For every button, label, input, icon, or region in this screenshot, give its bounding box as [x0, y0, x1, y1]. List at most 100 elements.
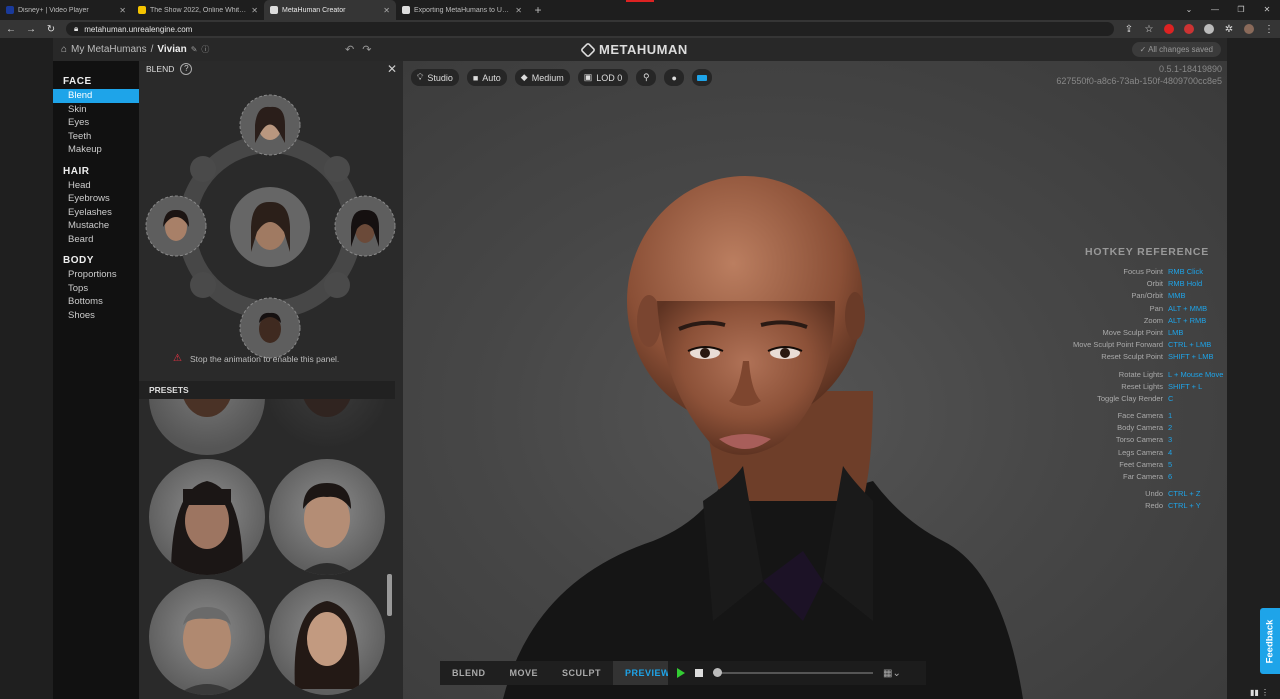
- nav-item-head[interactable]: Head: [53, 179, 139, 193]
- nav-item-eyelashes[interactable]: Eyelashes: [53, 206, 139, 220]
- minimize-icon[interactable]: —: [1202, 0, 1228, 20]
- clay-render-button[interactable]: ⚲: [636, 69, 657, 86]
- head-view-button[interactable]: ●: [664, 69, 685, 86]
- lock-icon: 🔒︎: [74, 24, 79, 33]
- tab-search-icon[interactable]: ⌄: [1176, 0, 1202, 20]
- undo-icon[interactable]: ↶: [345, 43, 354, 56]
- url-field[interactable]: 🔒︎ metahuman.unrealengine.com: [66, 22, 1114, 36]
- metahuman-app: ⌂ My MetaHumans / Vivian ✎ ⓘ ↶ ↷ METAHUM…: [53, 38, 1227, 699]
- preset-face[interactable]: [269, 399, 385, 455]
- hotkey-reference: HOTKEY REFERENCE Focus Point RMB Click Orb…: [1059, 246, 1227, 513]
- warning-icon: ⚠: [173, 353, 182, 364]
- puzzle-icon[interactable]: ✲: [1224, 24, 1234, 35]
- hotkey-keys: 2: [1168, 423, 1173, 433]
- feedback-button[interactable]: Feedback: [1260, 608, 1280, 674]
- metahuman-logo: METAHUMAN: [580, 41, 688, 58]
- play-icon[interactable]: [677, 668, 685, 678]
- nav-item-beard[interactable]: Beard: [53, 233, 139, 247]
- extension-icon[interactable]: [1164, 24, 1174, 34]
- quality-button[interactable]: ◆ Medium: [514, 69, 570, 86]
- browser-tab[interactable]: MetaHuman Creator ✕: [264, 0, 396, 20]
- close-window-icon[interactable]: ✕: [1254, 0, 1280, 20]
- close-icon[interactable]: ✕: [251, 6, 258, 15]
- hotkey-keys: 6: [1168, 472, 1173, 481]
- hotkey-keys: CTRL + LMB: [1168, 340, 1212, 350]
- extension-icon[interactable]: [1204, 24, 1214, 34]
- camera-button[interactable]: ■ Auto: [466, 69, 507, 86]
- lighting-button[interactable]: 💡︎ Studio: [411, 69, 459, 86]
- home-icon[interactable]: ⌂: [61, 44, 67, 55]
- close-icon[interactable]: ✕: [515, 6, 522, 15]
- restore-icon[interactable]: ❐: [1228, 0, 1254, 20]
- hotkey-action: Redo: [1145, 501, 1163, 511]
- preset-face[interactable]: [149, 579, 265, 695]
- hotkey-keys: SHIFT + L: [1168, 381, 1203, 391]
- redo-icon[interactable]: ↷: [362, 43, 371, 56]
- nav-item-mustache[interactable]: Mustache: [53, 219, 139, 233]
- lod-icon: ▣: [583, 72, 593, 82]
- feedback-label: Feedback: [1264, 619, 1276, 663]
- nav-item-teeth[interactable]: Teeth: [53, 130, 139, 144]
- back-icon[interactable]: ←: [6, 24, 16, 35]
- nav-item-skin[interactable]: Skin: [53, 103, 139, 117]
- browser-tab[interactable]: Disney+ | Video Player ✕: [0, 0, 132, 20]
- hotkey-row: Toggle Clay Render C: [1059, 393, 1227, 405]
- film-icon[interactable]: ▦⌄: [883, 668, 901, 679]
- hotkey-keys: CTRL + Y: [1168, 501, 1201, 511]
- playback-bar: ▦⌄: [668, 661, 926, 685]
- preset-face[interactable]: [149, 399, 265, 455]
- nav-item-eyebrows[interactable]: Eyebrows: [53, 192, 139, 206]
- new-tab-button[interactable]: +: [528, 0, 548, 20]
- profile-avatar[interactable]: [1244, 24, 1254, 34]
- reload-icon[interactable]: ↻: [46, 24, 56, 35]
- nav-item-eyes[interactable]: Eyes: [53, 116, 139, 130]
- forward-icon[interactable]: →: [26, 24, 36, 35]
- edit-icon[interactable]: ✎: [191, 45, 198, 54]
- nav-item-tops[interactable]: Tops: [53, 282, 139, 296]
- preset-face[interactable]: [269, 459, 385, 575]
- close-icon[interactable]: ✕: [383, 6, 390, 15]
- scrubber-handle[interactable]: [713, 668, 722, 677]
- tab-title: Disney+ | Video Player: [18, 6, 89, 14]
- stop-icon[interactable]: [695, 669, 703, 677]
- preset-face[interactable]: [149, 459, 265, 575]
- hotkey-action: Move Sculpt Point Forward: [1072, 340, 1163, 350]
- close-icon[interactable]: ✕: [387, 62, 397, 76]
- overlay-toggle-button[interactable]: [692, 69, 713, 86]
- bookmark-star-icon[interactable]: ☆: [1144, 24, 1154, 35]
- nav-item-proportions[interactable]: Proportions: [53, 268, 139, 282]
- lod-button[interactable]: ▣ LOD 0: [577, 69, 629, 86]
- favicon-icon: [402, 6, 410, 14]
- presets-scrollbar[interactable]: [387, 574, 392, 616]
- mode-tab-sculpt[interactable]: SCULPT: [550, 661, 613, 685]
- share-icon[interactable]: ⇪: [1124, 24, 1134, 35]
- head-icon: ●: [671, 72, 677, 83]
- menu-icon[interactable]: ⋮: [1264, 24, 1274, 35]
- hotkey-action: Far Camera: [1122, 472, 1163, 481]
- breadcrumb-root[interactable]: My MetaHumans: [71, 44, 147, 55]
- nav-item-makeup[interactable]: Makeup: [53, 143, 139, 157]
- 3d-viewport[interactable]: 💡︎ Studio ■ Auto ◆ Medium ▣ LOD 0 ⚲ ● 0.5.1-18419…: [403, 61, 1227, 699]
- extension-icon[interactable]: [1184, 24, 1194, 34]
- mode-tab-blend[interactable]: BLEND: [440, 661, 498, 685]
- nav-item-blend[interactable]: Blend: [53, 89, 139, 103]
- browser-tab[interactable]: The Show 2022, Online Whiteboard ✕: [132, 0, 264, 20]
- preset-face[interactable]: [269, 579, 385, 695]
- playback-scrubber[interactable]: [713, 668, 873, 677]
- category-nav: FACE Blend Skin Eyes Teeth Makeup HAIR Head Eyeb…: [53, 61, 139, 699]
- tab-title: Exporting MetaHumans to Unreal: [414, 6, 512, 14]
- blend-slot-bottom: [239, 297, 301, 359]
- hotkey-keys: RMB Hold: [1168, 279, 1203, 289]
- tab-title: The Show 2022, Online Whiteboard: [150, 6, 247, 14]
- browser-tab[interactable]: Exporting MetaHumans to Unreal ✕: [396, 0, 528, 20]
- mode-tab-move[interactable]: MOVE: [498, 661, 551, 685]
- bulb-icon: 💡︎: [417, 72, 424, 82]
- help-icon[interactable]: ?: [180, 63, 193, 75]
- nav-item-shoes[interactable]: Shoes: [53, 309, 139, 323]
- help-icon[interactable]: ⓘ: [201, 44, 209, 55]
- close-icon[interactable]: ✕: [119, 6, 126, 15]
- nav-item-bottoms[interactable]: Bottoms: [53, 295, 139, 309]
- hotkey-keys: CTRL + Z: [1168, 489, 1201, 499]
- hotkey-keys: RMB Click: [1168, 267, 1203, 276]
- stats-icon[interactable]: ▮▮ ⋮: [1250, 688, 1269, 697]
